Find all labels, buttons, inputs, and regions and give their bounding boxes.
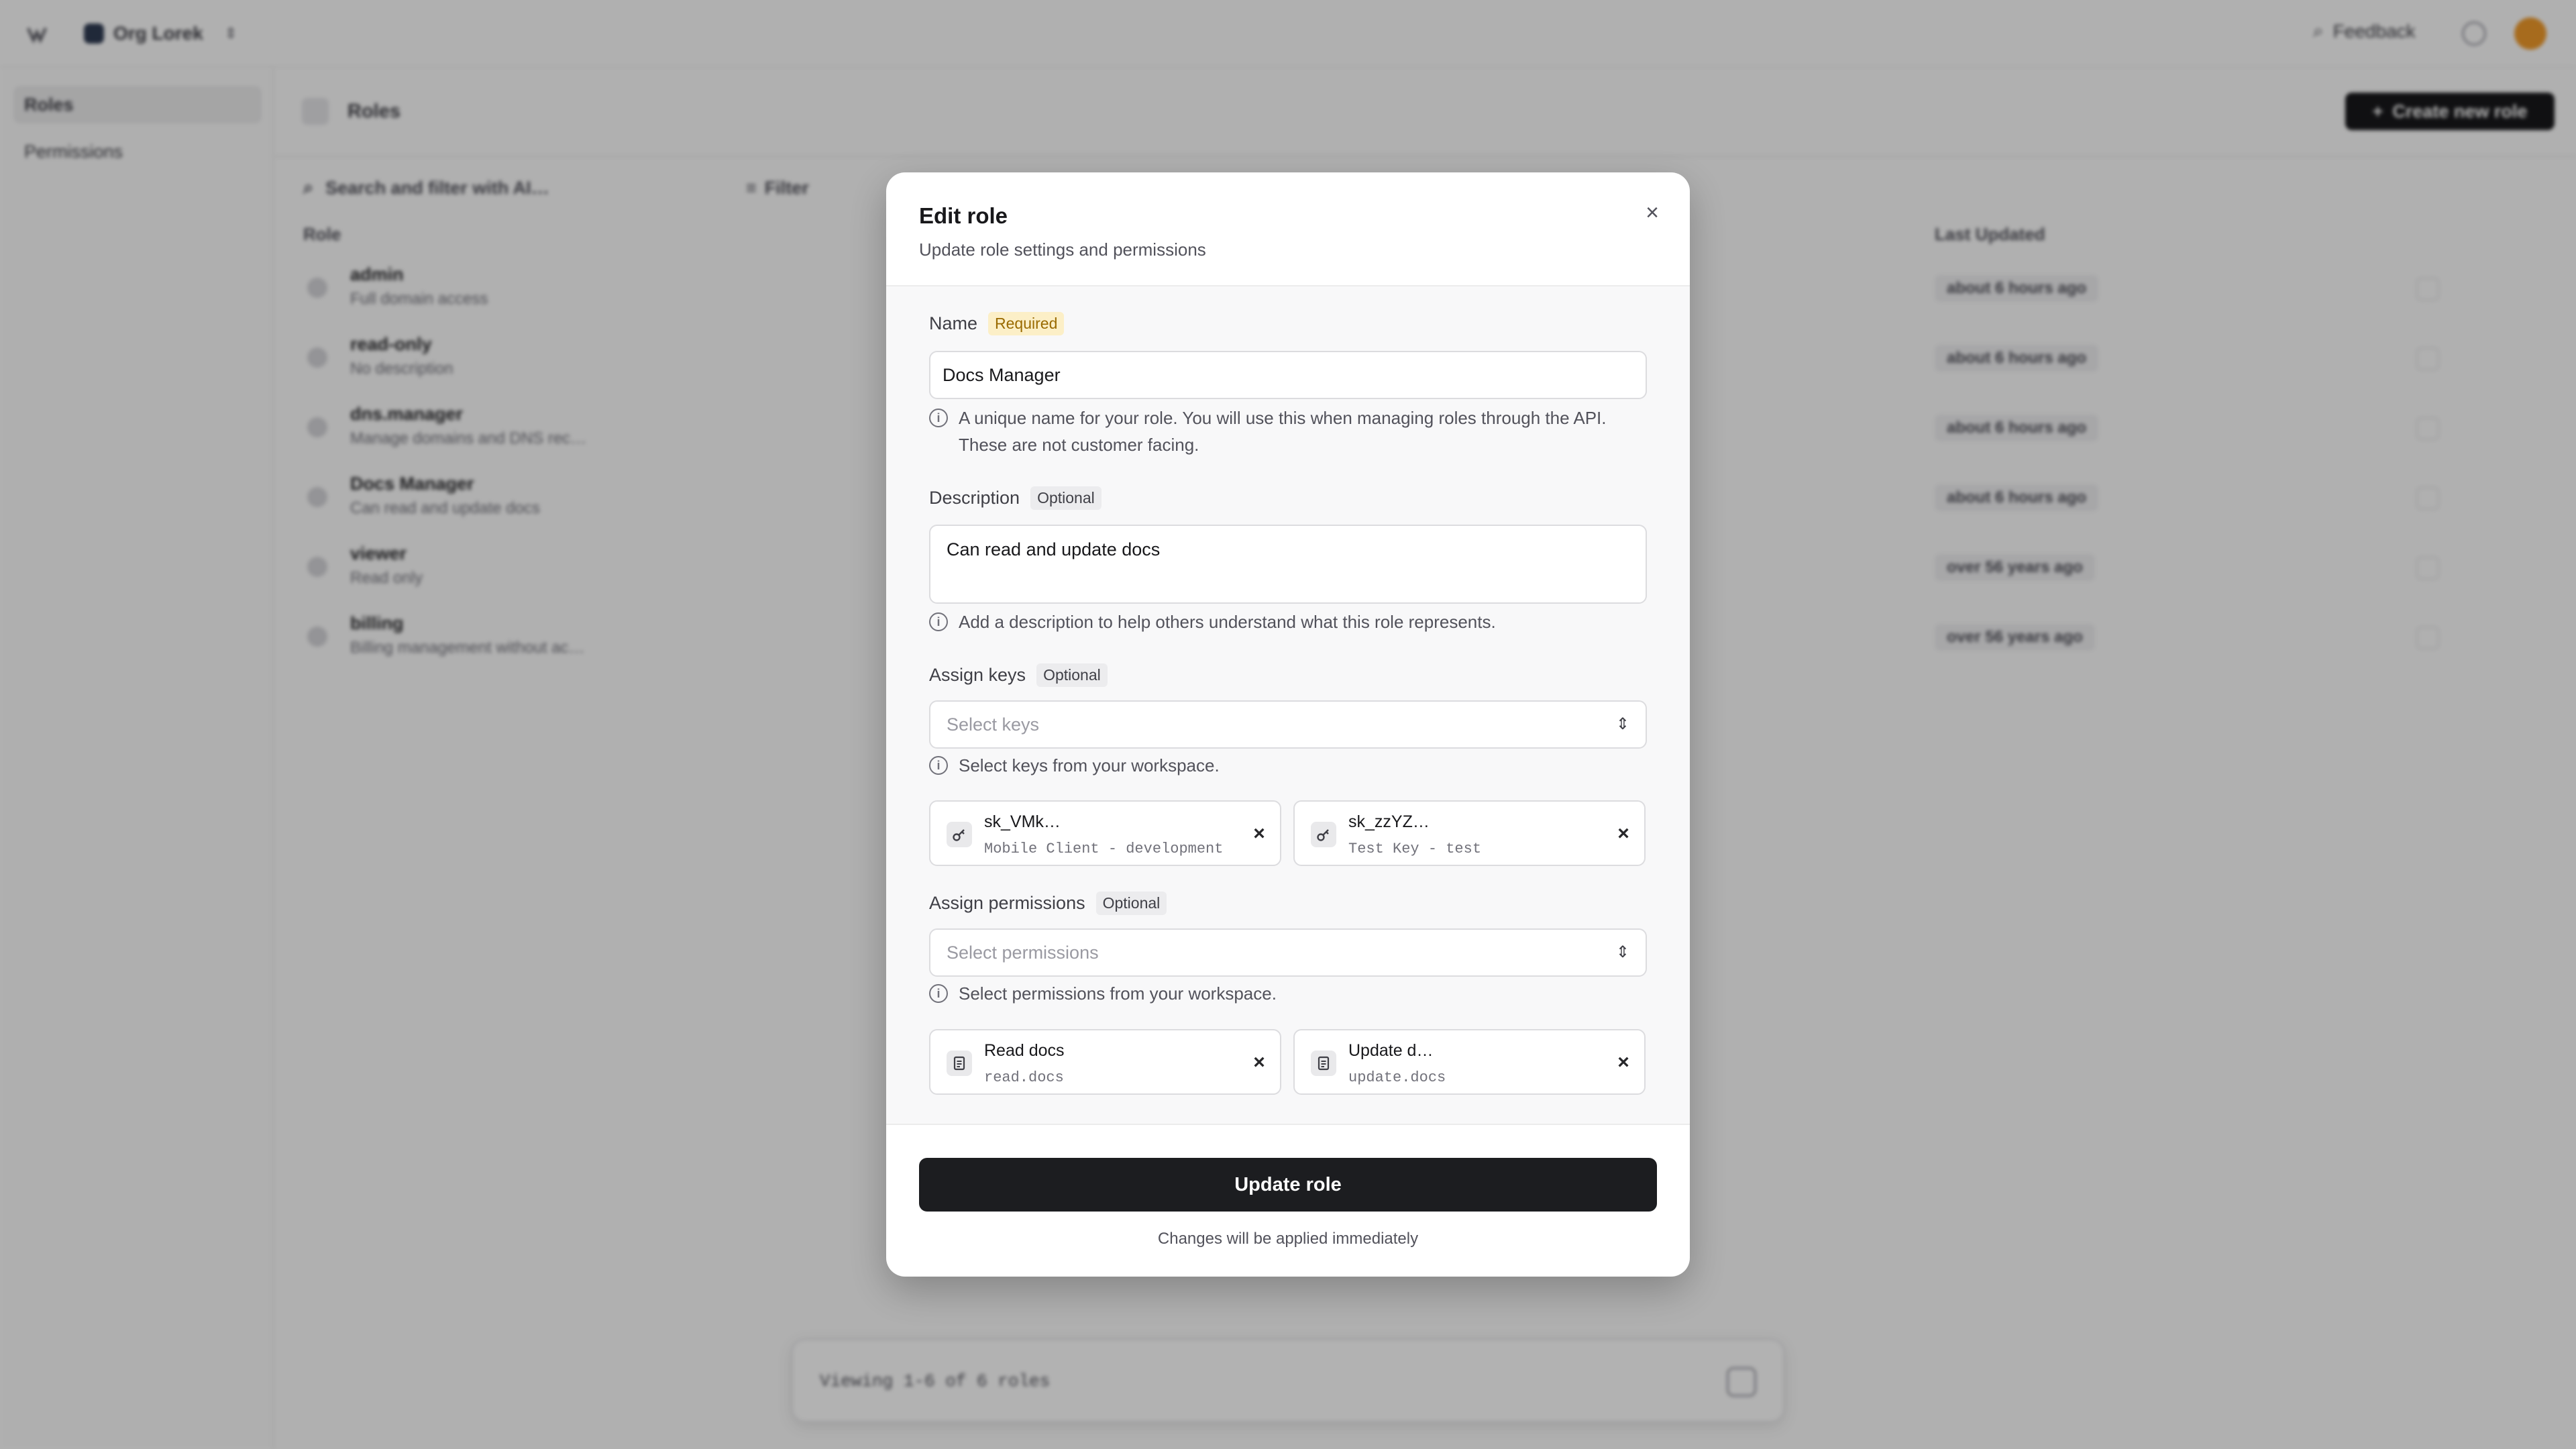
permissions-hint: i Select permissions from your workspace…	[929, 980, 1647, 1007]
permissions-field-label: Assign permissions Optional	[929, 892, 1167, 915]
info-icon: i	[929, 984, 948, 1003]
edit-role-dialog: Edit role Update role settings and permi…	[886, 172, 1690, 1277]
key-chip: sk_VMk… Mobile Client - development ×	[929, 800, 1281, 866]
dialog-body: Name Required Docs Manager i A unique na…	[886, 286, 1690, 1125]
description-hint: i Add a description to help others under…	[929, 608, 1647, 635]
keys-select[interactable]: Select keys ⇕	[929, 700, 1647, 749]
key-icon	[1311, 822, 1336, 847]
permission-chip: Update d… update.docs ×	[1293, 1029, 1646, 1095]
description-field-label: Description Optional	[929, 486, 1102, 510]
permissions-label: Assign permissions	[929, 893, 1085, 913]
permissions-select[interactable]: Select permissions ⇕	[929, 928, 1647, 977]
dialog-title: Edit role	[919, 203, 1008, 228]
keys-label: Assign keys	[929, 665, 1026, 685]
permissions-select-placeholder: Select permissions	[947, 942, 1099, 963]
key-chip-title: sk_VMk…	[984, 812, 1061, 831]
chevron-updown-icon: ⇕	[1615, 715, 1629, 733]
document-icon	[1311, 1051, 1336, 1076]
key-chip-title: sk_zzYZ…	[1348, 812, 1430, 831]
key-chip-subtitle: Test Key - test	[1348, 841, 1482, 857]
remove-key-button[interactable]: ×	[1610, 820, 1637, 847]
key-chip-subtitle: Mobile Client - development	[984, 841, 1224, 857]
permission-chip-subtitle: update.docs	[1348, 1069, 1446, 1086]
remove-permission-button[interactable]: ×	[1610, 1049, 1637, 1076]
permission-chip-subtitle: read.docs	[984, 1069, 1064, 1086]
chevron-updown-icon: ⇕	[1615, 943, 1629, 961]
name-hint: i A unique name for your role. You will …	[929, 405, 1647, 458]
description-value: Can read and update docs	[947, 539, 1161, 559]
update-role-label: Update role	[1234, 1173, 1342, 1195]
required-badge: Required	[988, 312, 1065, 335]
permission-chip: Read docs read.docs ×	[929, 1029, 1281, 1095]
description-hint-text: Add a description to help others underst…	[959, 612, 1496, 632]
close-icon[interactable]: ×	[1639, 199, 1666, 226]
key-chip: sk_zzYZ… Test Key - test ×	[1293, 800, 1646, 866]
footer-note: Changes will be applied immediately	[1157, 1230, 1419, 1248]
keys-hint-text: Select keys from your workspace.	[959, 755, 1220, 775]
document-icon	[947, 1051, 972, 1076]
info-icon: i	[929, 409, 948, 427]
name-hint-line2: These are not customer facing.	[959, 435, 1199, 455]
name-input-value: Docs Manager	[943, 364, 1061, 385]
description-label: Description	[929, 488, 1020, 508]
permission-chip-title: Read docs	[984, 1041, 1065, 1060]
name-label: Name	[929, 313, 978, 333]
name-input[interactable]: Docs Manager	[929, 351, 1647, 399]
optional-badge: Optional	[1036, 663, 1108, 687]
info-icon: i	[929, 756, 948, 775]
permission-chip-title: Update d…	[1348, 1041, 1434, 1060]
remove-key-button[interactable]: ×	[1246, 820, 1273, 847]
optional-badge: Optional	[1095, 892, 1167, 915]
dialog-subtitle: Update role settings and permissions	[919, 239, 1206, 260]
name-field-label: Name Required	[929, 312, 1065, 335]
info-icon: i	[929, 612, 948, 631]
keys-select-placeholder: Select keys	[947, 714, 1040, 735]
keys-field-label: Assign keys Optional	[929, 663, 1108, 687]
dialog-header: Edit role Update role settings and permi…	[886, 172, 1690, 286]
keys-hint: i Select keys from your workspace.	[929, 752, 1647, 779]
remove-permission-button[interactable]: ×	[1246, 1049, 1273, 1076]
optional-badge: Optional	[1030, 486, 1102, 510]
update-role-button[interactable]: Update role	[919, 1158, 1657, 1212]
permissions-hint-text: Select permissions from your workspace.	[959, 983, 1277, 1004]
name-hint-line1: A unique name for your role. You will us…	[959, 408, 1607, 428]
key-icon	[947, 822, 972, 847]
description-textarea[interactable]: Can read and update docs	[929, 525, 1647, 604]
